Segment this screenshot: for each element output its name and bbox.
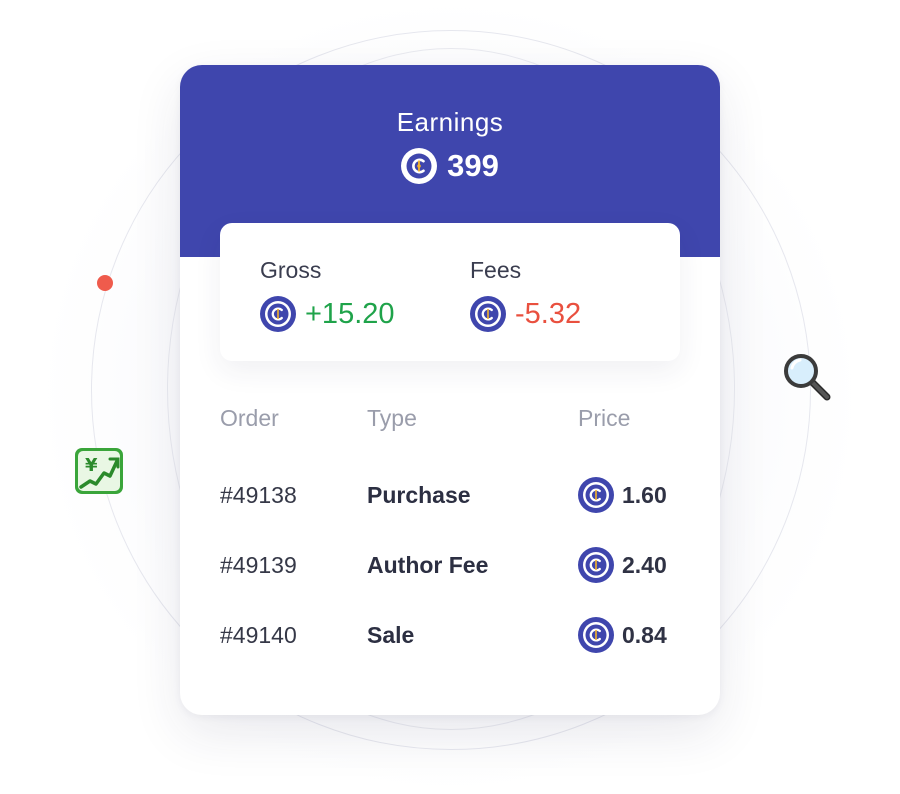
earnings-value: 399 bbox=[447, 148, 499, 183]
svg-text:¥: ¥ bbox=[85, 455, 98, 476]
order-price-value: 2.40 bbox=[622, 552, 667, 578]
column-header-order: Order bbox=[220, 405, 279, 431]
fees-value: -5.32 bbox=[515, 297, 582, 330]
gross-label: Gross bbox=[260, 257, 322, 283]
summary-panel: Gross +15.20 Fees -5.32 bbox=[220, 223, 680, 361]
order-id: #49139 bbox=[220, 552, 297, 578]
column-header-price: Price bbox=[578, 405, 631, 431]
gross-value-row: +15.20 bbox=[260, 296, 395, 332]
coin-icon bbox=[578, 547, 614, 583]
coin-icon bbox=[260, 296, 296, 332]
gross-summary: Gross +15.20 bbox=[260, 257, 395, 332]
order-type: Sale bbox=[367, 622, 415, 648]
column-header-type: Type bbox=[367, 405, 417, 431]
order-type: Purchase bbox=[367, 482, 471, 508]
red-dot bbox=[97, 275, 113, 291]
fees-value-row: -5.32 bbox=[470, 296, 581, 332]
order-price: 0.84 bbox=[578, 615, 667, 655]
coin-icon bbox=[401, 148, 438, 184]
earnings-total: 399 bbox=[180, 148, 720, 184]
coin-icon bbox=[578, 477, 614, 513]
yen-chart-icon: ¥ bbox=[74, 447, 124, 495]
fees-label: Fees bbox=[470, 257, 522, 283]
order-id: #49138 bbox=[220, 482, 297, 508]
earnings-title: Earnings bbox=[396, 107, 504, 137]
order-id: #49140 bbox=[220, 622, 297, 648]
order-type: Author Fee bbox=[367, 552, 489, 578]
order-price-value: 1.60 bbox=[622, 482, 667, 508]
gross-value: +15.20 bbox=[305, 297, 395, 330]
order-price: 1.60 bbox=[578, 475, 667, 515]
table-row[interactable]: #49139 Author Fee 2.40 bbox=[220, 545, 690, 585]
order-price: 2.40 bbox=[578, 545, 667, 585]
table-row[interactable]: #49140 Sale 0.84 bbox=[220, 615, 690, 655]
magnifier-icon bbox=[782, 352, 834, 404]
table-row[interactable]: #49138 Purchase 1.60 bbox=[220, 475, 690, 515]
coin-icon bbox=[470, 296, 506, 332]
fees-summary: Fees -5.32 bbox=[470, 257, 581, 332]
earnings-card: Earnings 399 Gross +15.20 Fees -5.32 Ord… bbox=[180, 65, 720, 715]
order-price-value: 0.84 bbox=[622, 622, 667, 648]
coin-icon bbox=[578, 617, 614, 653]
table-header: Order Type Price bbox=[220, 405, 690, 445]
background-stage: ¥ Earnings 399 Gross +15.20 Fees -5.32 O… bbox=[0, 0, 900, 794]
